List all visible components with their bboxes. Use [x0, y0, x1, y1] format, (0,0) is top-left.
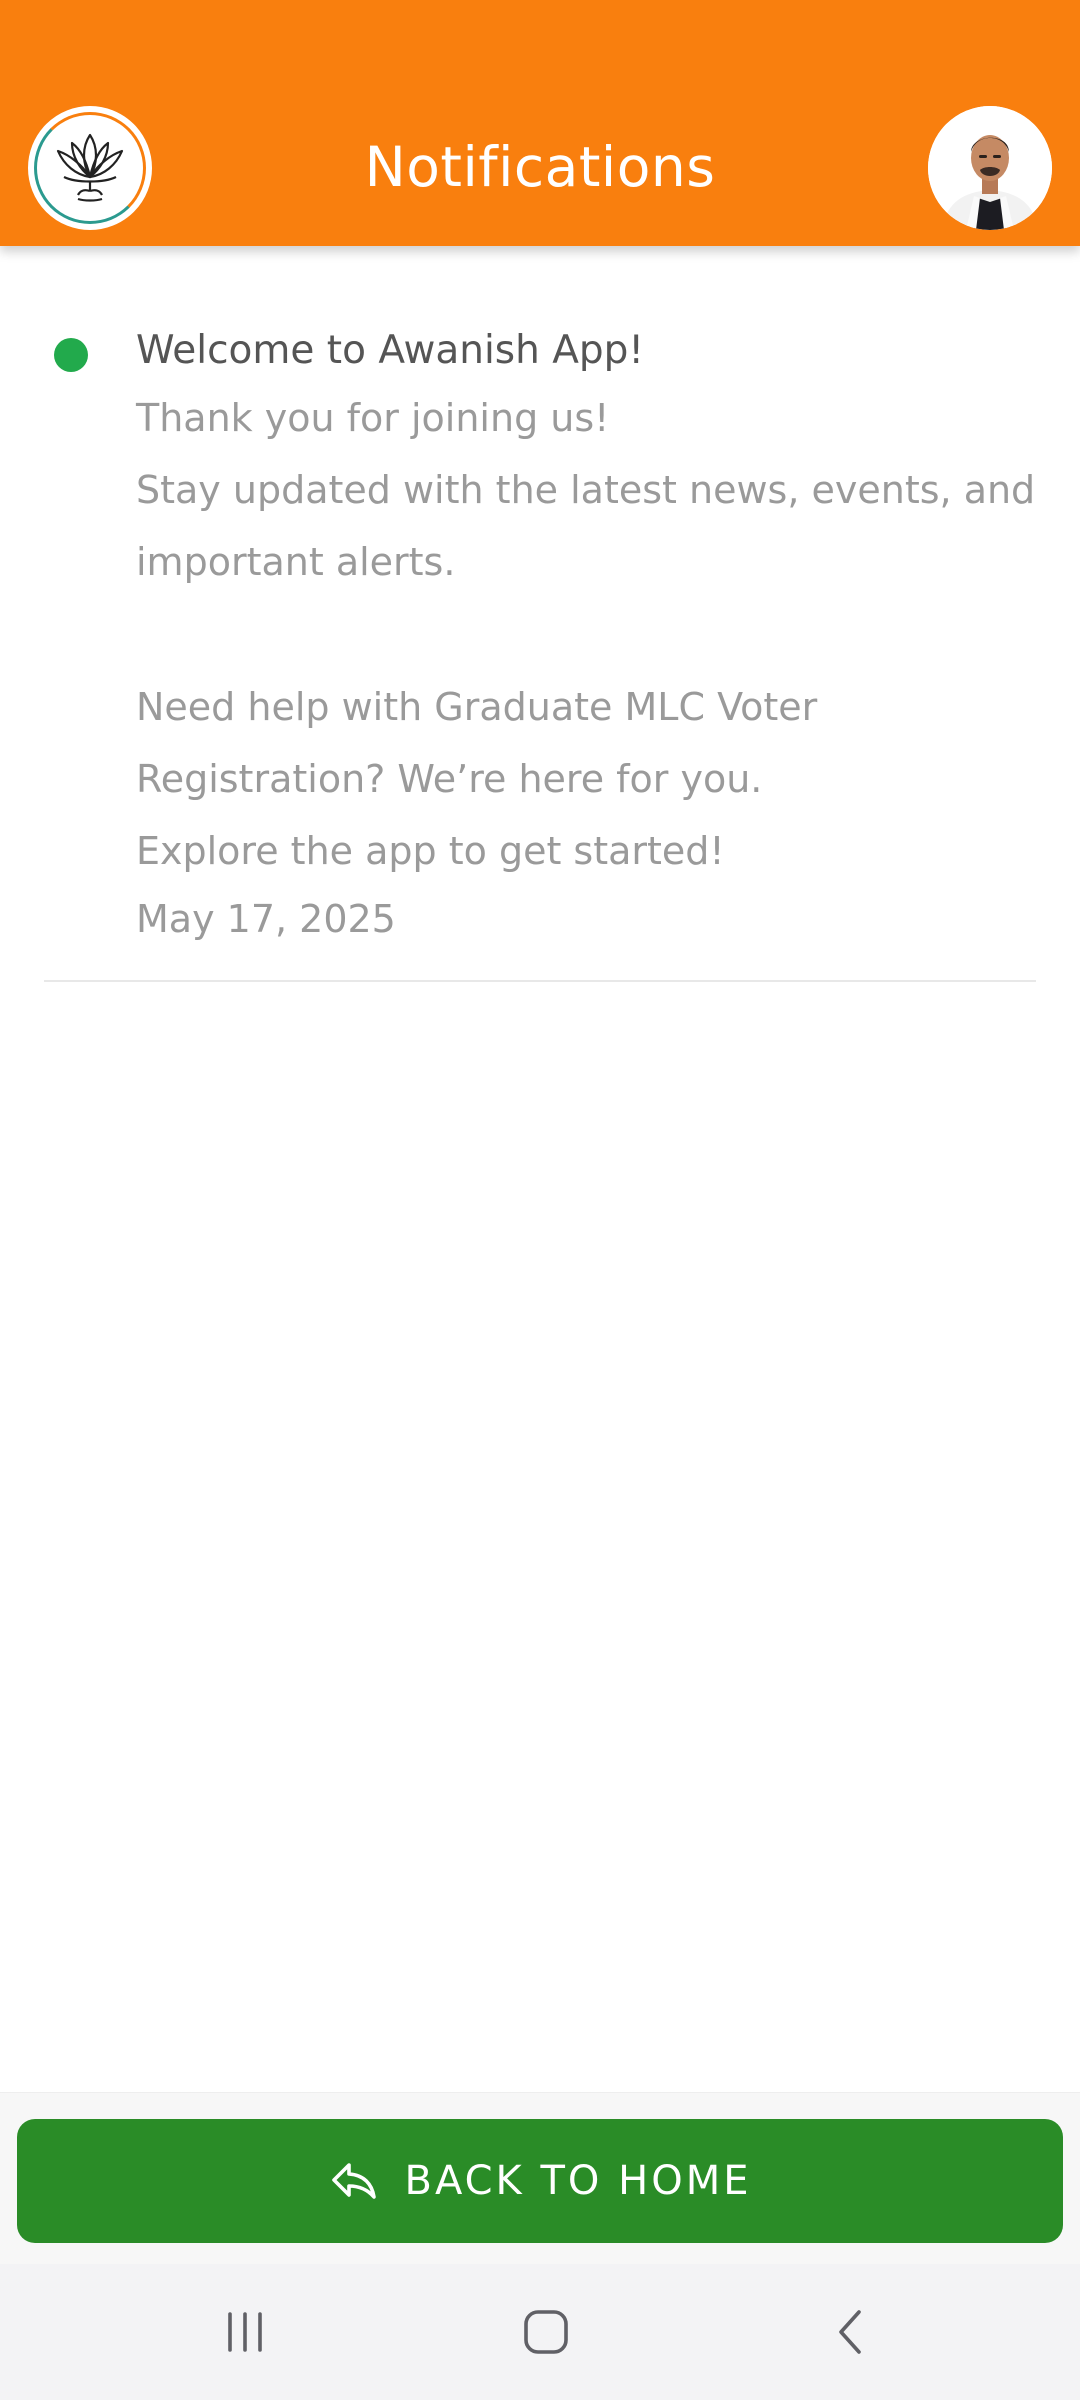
profile-avatar[interactable]	[928, 106, 1052, 230]
notification-line: Registration? We’re here for you.	[136, 757, 763, 801]
system-navigation-bar	[0, 2264, 1080, 2400]
page-title: Notifications	[364, 135, 716, 199]
notification-date: May 17, 2025	[136, 897, 396, 941]
home-icon	[524, 2310, 568, 2354]
notification-item[interactable]: Welcome to Awanish App! Thank you for jo…	[44, 300, 1036, 982]
notifications-screen: Notifications Welcome to Awanish App! Th…	[0, 0, 1080, 2400]
notification-content: Welcome to Awanish App! Thank you for jo…	[136, 320, 1036, 949]
notification-line: Explore the app to get started!	[136, 829, 725, 873]
reply-arrow-icon	[329, 2156, 379, 2206]
back-button[interactable]	[804, 2292, 894, 2372]
notification-divider	[44, 980, 1036, 982]
back-to-home-button[interactable]: BACK TO HOME	[17, 2119, 1063, 2243]
back-chevron-icon	[839, 2310, 861, 2354]
notification-line: important alerts.	[136, 540, 456, 584]
notification-line: Stay updated with the latest news, event…	[136, 468, 1036, 512]
home-button[interactable]	[501, 2292, 591, 2372]
unread-status-dot	[54, 338, 88, 372]
notification-paragraph-gap	[136, 598, 1036, 671]
notification-line: Need help with Graduate MLC Voter	[136, 685, 818, 729]
recents-button[interactable]	[200, 2292, 290, 2372]
notification-line: Thank you for joining us!	[136, 396, 610, 440]
app-header: Notifications	[0, 0, 1080, 246]
bottom-action-bar: BACK TO HOME	[0, 2092, 1080, 2264]
profile-avatar-image	[928, 106, 1052, 230]
back-to-home-label: BACK TO HOME	[404, 2158, 752, 2204]
recents-icon	[228, 2312, 262, 2352]
notification-title: Welcome to Awanish App!	[136, 328, 645, 373]
